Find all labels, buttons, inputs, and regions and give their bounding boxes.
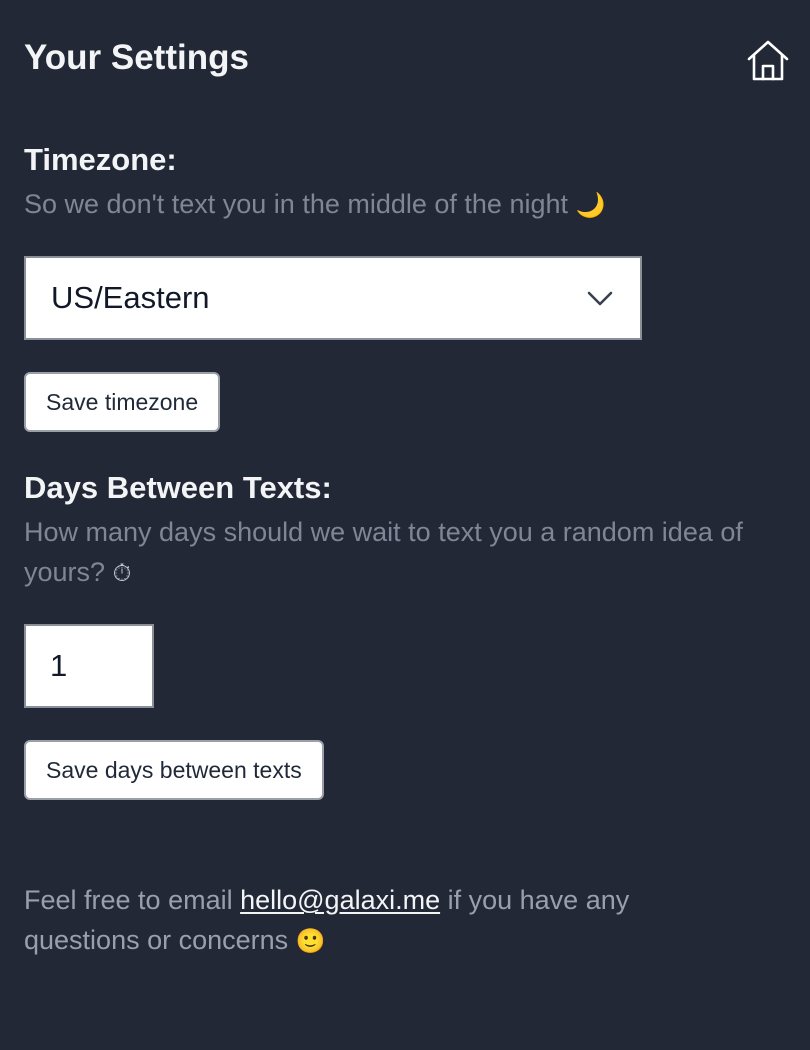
days-between-input[interactable] [24, 624, 154, 708]
moon-icon: 🌙 [575, 191, 606, 219]
days-between-hint: How many days should we wait to text you… [24, 512, 784, 593]
settings-page: Your Settings Timezone: So we don't text… [0, 0, 810, 1050]
days-between-heading: Days Between Texts: [24, 470, 332, 505]
days-between-hint-text: How many days should we wait to text you… [24, 517, 743, 587]
chevron-down-icon [586, 286, 614, 310]
email-link[interactable]: hello@galaxi.me [240, 885, 440, 915]
page-title: Your Settings [24, 38, 249, 77]
save-days-between-button[interactable]: Save days between texts [24, 740, 324, 800]
footer-contact-text: Feel free to email hello@galaxi.me if yo… [24, 880, 724, 961]
smile-icon: 🙂 [295, 927, 326, 955]
timezone-hint-text: So we don't text you in the middle of th… [24, 189, 568, 219]
footer-text-before: Feel free to email [24, 885, 241, 915]
home-link[interactable] [745, 38, 791, 82]
timezone-select-value: US/Eastern [51, 280, 210, 315]
timezone-hint: So we don't text you in the middle of th… [24, 184, 784, 225]
home-icon [745, 38, 791, 82]
stopwatch-icon: ⏱ [112, 559, 132, 587]
timezone-select[interactable]: US/Eastern [24, 256, 642, 340]
save-timezone-button[interactable]: Save timezone [24, 372, 221, 432]
timezone-heading: Timezone: [24, 142, 177, 177]
